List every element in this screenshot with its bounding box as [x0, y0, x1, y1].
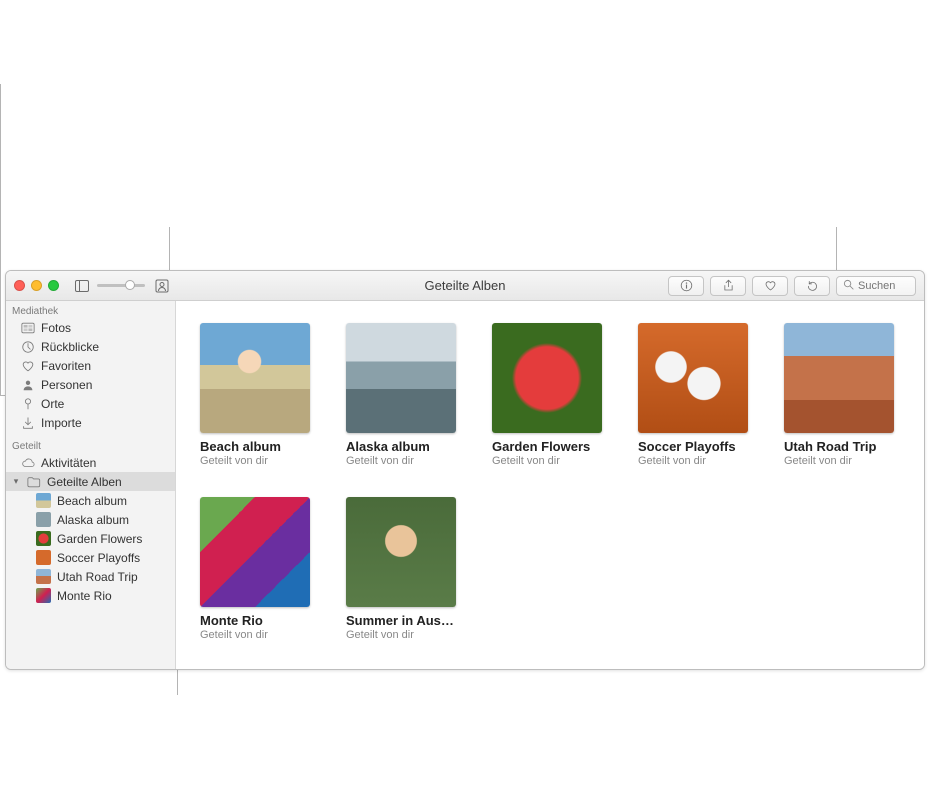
cloud-icon [20, 455, 35, 470]
album-thumbnail [200, 497, 310, 607]
album-title: Garden Flowers [492, 439, 602, 454]
album-thumbnail [638, 323, 748, 433]
album-subtitle: Geteilt von dir [346, 629, 456, 641]
sidebar-album-item[interactable]: Alaska album [6, 510, 175, 529]
album-subtitle: Geteilt von dir [346, 455, 456, 467]
view-mode-icon[interactable] [153, 279, 171, 293]
sidebar-item[interactable]: Importe [6, 413, 175, 432]
album-thumb-icon [36, 512, 51, 527]
sidebar-item-label: Geteilte Alben [47, 475, 122, 489]
sidebar-item[interactable]: Personen [6, 375, 175, 394]
sidebar-album-item[interactable]: Soccer Playoffs [6, 548, 175, 567]
album-card[interactable]: Utah Road TripGeteilt von dir [784, 323, 894, 467]
album-subtitle: Geteilt von dir [200, 629, 310, 641]
album-thumb-icon [36, 588, 51, 603]
search-field[interactable] [836, 276, 916, 296]
search-input[interactable] [858, 280, 908, 292]
sidebar-item-label: Monte Rio [57, 589, 112, 603]
album-title: Alaska album [346, 439, 456, 454]
minimize-button[interactable] [31, 280, 42, 291]
album-title: Monte Rio [200, 613, 310, 628]
sidebar-item-shared-albums[interactable]: ▾ Geteilte Alben [6, 472, 175, 491]
chevron-down-icon[interactable]: ▾ [12, 476, 20, 487]
toolbar: Geteilte Alben [6, 271, 924, 301]
sidebar-section-library: Mediathek [6, 303, 175, 318]
sidebar-album-item[interactable]: Garden Flowers [6, 529, 175, 548]
album-thumbnail [346, 323, 456, 433]
album-title: Soccer Playoffs [638, 439, 748, 454]
sidebar-item-label: Aktivitäten [41, 456, 96, 470]
album-thumb-icon [36, 569, 51, 584]
sidebar-item-label: Fotos [41, 321, 71, 335]
album-subtitle: Geteilt von dir [638, 455, 748, 467]
sidebar-item-label: Favoriten [41, 359, 91, 373]
sidebar-item[interactable]: Orte [6, 394, 175, 413]
photos-icon [20, 320, 35, 335]
album-thumbnail [492, 323, 602, 433]
share-button[interactable] [710, 276, 746, 296]
zoom-button[interactable] [48, 280, 59, 291]
album-card[interactable]: Garden FlowersGeteilt von dir [492, 323, 602, 467]
album-subtitle: Geteilt von dir [492, 455, 602, 467]
album-thumbnail [784, 323, 894, 433]
album-card[interactable]: Soccer PlayoffsGeteilt von dir [638, 323, 748, 467]
album-title: Utah Road Trip [784, 439, 894, 454]
sidebar-item-label: Beach album [57, 494, 127, 508]
sidebar-album-item[interactable]: Utah Road Trip [6, 567, 175, 586]
info-button[interactable] [668, 276, 704, 296]
person-icon [20, 377, 35, 392]
album-thumb-icon [36, 550, 51, 565]
album-subtitle: Geteilt von dir [200, 455, 310, 467]
album-card[interactable]: Monte RioGeteilt von dir [200, 497, 310, 641]
sidebar-item-label: Importe [41, 416, 82, 430]
sidebar-item-label: Utah Road Trip [57, 570, 138, 584]
sidebar-toggle-icon[interactable] [75, 279, 89, 293]
callout-line [0, 84, 1, 395]
sidebar-item-label: Personen [41, 378, 92, 392]
album-thumb-icon [36, 531, 51, 546]
memories-icon [20, 339, 35, 354]
folder-icon [26, 474, 41, 489]
album-subtitle: Geteilt von dir [784, 455, 894, 467]
album-thumbnail [200, 323, 310, 433]
content-area: Beach albumGeteilt von dirAlaska albumGe… [176, 301, 924, 669]
heart-icon [20, 358, 35, 373]
album-card[interactable]: Beach albumGeteilt von dir [200, 323, 310, 467]
import-icon [20, 415, 35, 430]
sidebar-item[interactable]: Aktivitäten [6, 453, 175, 472]
album-grid: Beach albumGeteilt von dirAlaska albumGe… [200, 323, 914, 641]
sidebar-item-label: Soccer Playoffs [57, 551, 140, 565]
album-title: Summer in Aust… [346, 613, 456, 628]
sidebar-album-item[interactable]: Monte Rio [6, 586, 175, 605]
sidebar-item-label: Rückblicke [41, 340, 99, 354]
album-title: Beach album [200, 439, 310, 454]
sidebar: Mediathek Fotos Rückblicke Favoriten Person… [6, 301, 176, 669]
app-window: Geteilte Alben Mediathek [5, 270, 925, 670]
window-controls [14, 280, 59, 291]
sidebar-album-item[interactable]: Beach album [6, 491, 175, 510]
sidebar-item[interactable]: Favoriten [6, 356, 175, 375]
album-thumb-icon [36, 493, 51, 508]
search-icon [843, 277, 854, 295]
sidebar-section-shared: Geteilt [6, 438, 175, 453]
rotate-button[interactable] [794, 276, 830, 296]
close-button[interactable] [14, 280, 25, 291]
album-card[interactable]: Summer in Aust…Geteilt von dir [346, 497, 456, 641]
sidebar-item-label: Garden Flowers [57, 532, 142, 546]
album-card[interactable]: Alaska albumGeteilt von dir [346, 323, 456, 467]
sidebar-item[interactable]: Fotos [6, 318, 175, 337]
album-thumbnail [346, 497, 456, 607]
thumbnail-size-slider[interactable] [97, 284, 145, 287]
pin-icon [20, 396, 35, 411]
sidebar-item-label: Orte [41, 397, 64, 411]
sidebar-item[interactable]: Rückblicke [6, 337, 175, 356]
favorite-button[interactable] [752, 276, 788, 296]
sidebar-item-label: Alaska album [57, 513, 129, 527]
